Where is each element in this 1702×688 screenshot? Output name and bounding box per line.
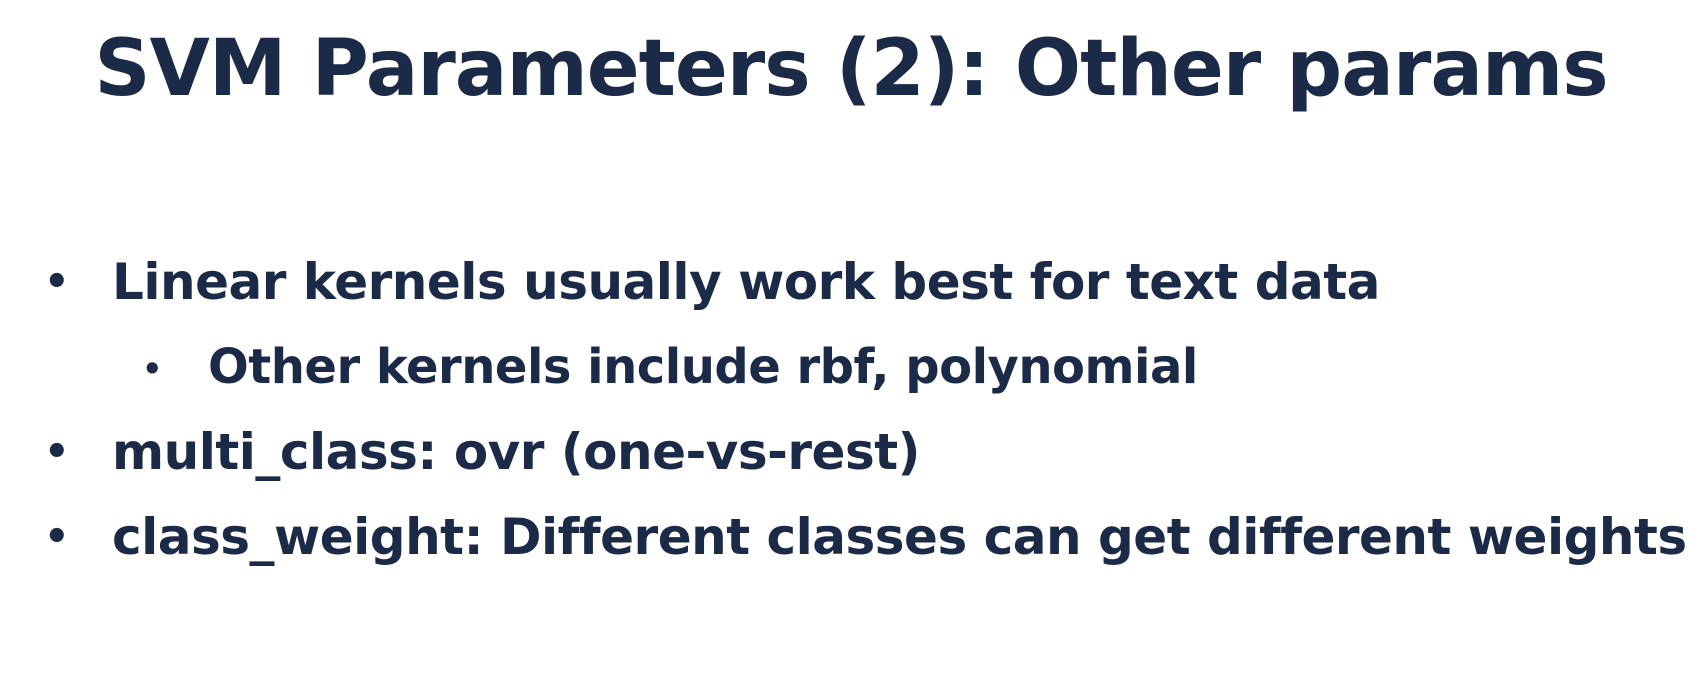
bullet-text: Other kernels include rbf, polynomial	[208, 339, 1198, 395]
bullet-list: • Linear kernels usually work best for t…	[0, 0, 1702, 688]
bullet-text: class_weight: Different classes can get …	[112, 508, 1687, 566]
bullet-item-other-kernels: • Other kernels include rbf, polynomial	[142, 335, 1198, 399]
bullet-text: Linear kernels usually work best for tex…	[112, 253, 1380, 311]
bullet-item-multi-class: • multi_class: ovr (one-vs-rest)	[44, 420, 920, 484]
bullet-item-linear-kernels: • Linear kernels usually work best for t…	[44, 250, 1380, 314]
bullet-dot-icon: •	[44, 259, 70, 305]
slide: SVM Parameters (2): Other params • Linea…	[0, 0, 1702, 688]
bullet-item-class-weight: • class_weight: Different classes can ge…	[44, 505, 1687, 569]
bullet-dot-icon: •	[44, 429, 70, 475]
bullet-dot-icon: •	[44, 514, 70, 560]
bullet-dot-icon: •	[142, 350, 162, 388]
bullet-text: multi_class: ovr (one-vs-rest)	[112, 423, 920, 481]
